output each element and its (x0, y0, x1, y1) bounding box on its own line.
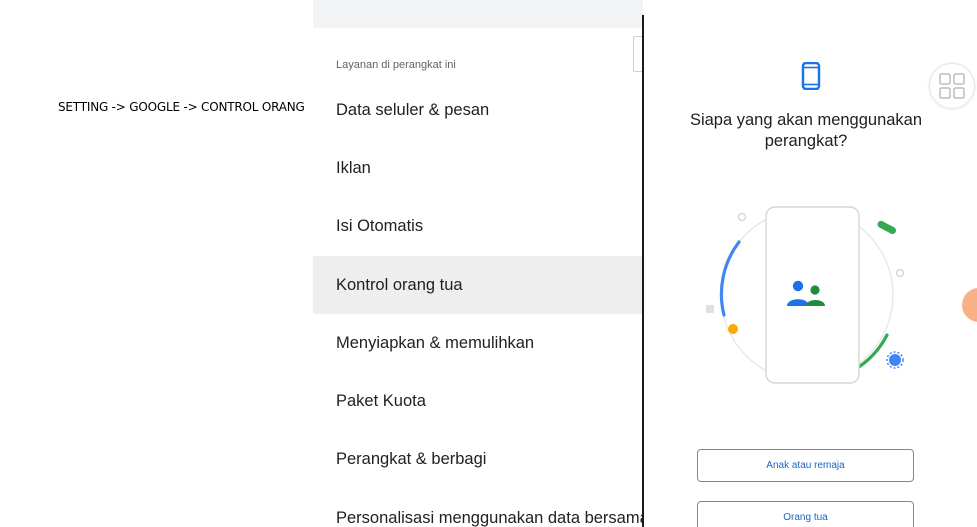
parent-option-button[interactable]: Orang tua (697, 501, 914, 527)
settings-item-perangkat[interactable]: Perangkat & berbagi (313, 430, 643, 488)
settings-item-menyiapkan[interactable]: Menyiapkan & memulihkan (313, 314, 643, 372)
floating-bubble[interactable] (962, 288, 977, 322)
phone-icon (801, 62, 821, 90)
child-option-button[interactable]: Anak atau remaja (697, 449, 914, 482)
grid-icon[interactable] (930, 64, 974, 108)
settings-panel: Layanan di perangkat ini Data seluler & … (313, 0, 643, 527)
settings-item-data-seluler[interactable]: Data seluler & pesan (313, 81, 643, 139)
settings-item-iklan[interactable]: Iklan (313, 139, 643, 197)
family-illustration (706, 206, 905, 384)
setup-question: Siapa yang akan menggunakan perangkat? (689, 111, 923, 150)
settings-item-paket-kuota[interactable]: Paket Kuota (313, 372, 643, 430)
settings-item-kontrol-orang-tua[interactable]: Kontrol orang tua (313, 256, 643, 314)
section-header: Layanan di perangkat ini (336, 59, 456, 71)
top-bar (313, 0, 643, 28)
setup-panel: Siapa yang akan menggunakan perangkat? A… (644, 0, 977, 527)
instruction-caption: SETTING -> GOOGLE -> CONTROL ORANG (58, 100, 305, 114)
settings-item-personalisasi[interactable]: Personalisasi menggunakan data bersama (313, 489, 643, 527)
settings-item-isi-otomatis[interactable]: Isi Otomatis (313, 197, 643, 255)
